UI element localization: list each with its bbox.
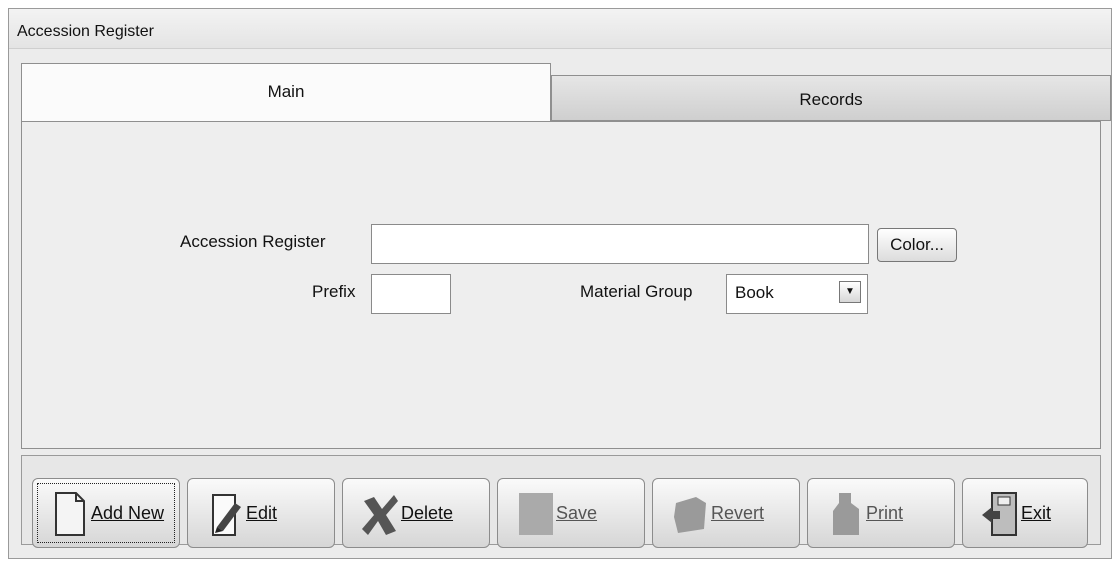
save-icon [519,493,553,535]
prefix-input[interactable] [371,274,451,314]
tab-strip: Main Records [21,63,1113,123]
save-button[interactable]: Save [497,478,645,548]
accession-register-input[interactable] [371,224,869,264]
print-label: Print [866,503,904,523]
tab-main[interactable]: Main [21,63,551,121]
material-group-label: Material Group [580,282,693,301]
edit-label: Edit [246,503,278,523]
add-new-button[interactable]: Add New [32,478,180,548]
window-title: Accession Register [9,9,1111,49]
add-new-document-icon [55,492,85,536]
exit-door-icon [982,492,1017,536]
main-panel: Accession Register Color... Prefix Mater… [21,121,1101,449]
save-label: Save [556,503,598,523]
print-button[interactable]: Print [807,478,955,548]
edit-pen-icon [212,494,241,536]
action-toolbar: Add New Edit Delete Save Revert Print Ex… [21,455,1101,548]
accession-register-window: Accession Register Main Records Accessio… [8,8,1112,559]
revert-icon [674,497,706,533]
color-button[interactable]: Color... [877,228,957,262]
delete-x-icon [362,495,398,535]
print-icon [833,493,859,535]
exit-button[interactable]: Exit [962,478,1088,548]
revert-label: Revert [711,503,765,523]
revert-button[interactable]: Revert [652,478,800,548]
exit-label: Exit [1021,503,1052,523]
add-new-label: Add New [91,503,165,523]
delete-button[interactable]: Delete [342,478,490,548]
edit-button[interactable]: Edit [187,478,335,548]
material-group-value: Book [735,283,774,302]
material-group-select[interactable]: Book ▼ [726,274,868,314]
chevron-down-icon[interactable]: ▼ [839,281,861,303]
delete-label: Delete [401,503,454,523]
prefix-label: Prefix [312,282,356,301]
tab-records[interactable]: Records [551,75,1111,121]
accession-register-label: Accession Register [180,232,326,251]
